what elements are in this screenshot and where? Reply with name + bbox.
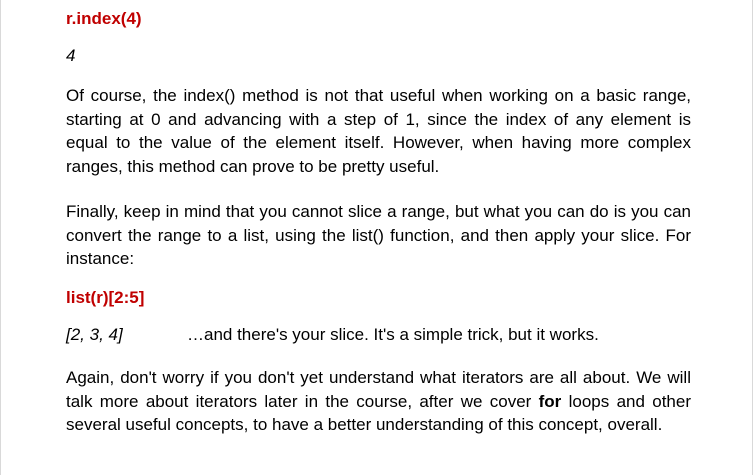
paragraph-index-explanation: Of course, the index() method is not tha… <box>66 86 691 176</box>
output-slice-note: …and there's your slice. It's a simple t… <box>187 325 599 344</box>
output-index: 4 <box>66 46 76 65</box>
for-keyword: for <box>538 391 562 411</box>
paragraph-iterators-note: Again, don't worry if you don't yet unde… <box>66 366 691 437</box>
code-line-slice: list(r)[2:5] <box>66 288 145 307</box>
code-line-index: r.index(4) <box>66 9 142 28</box>
output-slice: [2, 3, 4] <box>66 325 123 344</box>
document-page: r.index(4) 4 Of course, the index() meth… <box>0 0 753 475</box>
paragraph-slice-explanation: Finally, keep in mind that you cannot sl… <box>66 202 691 268</box>
